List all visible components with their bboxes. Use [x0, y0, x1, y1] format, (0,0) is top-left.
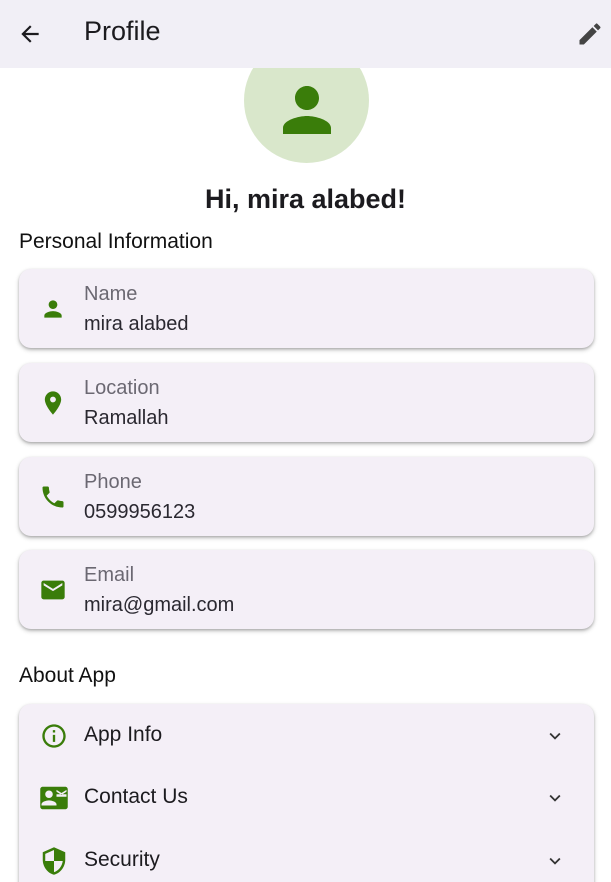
person-icon — [282, 85, 331, 134]
security-shield-icon — [39, 846, 69, 876]
email-icon — [39, 576, 67, 604]
about-app-heading: About App — [19, 664, 116, 687]
chevron-down-icon[interactable] — [544, 725, 566, 747]
info-value: mira alabed — [84, 313, 189, 335]
info-label: Phone — [84, 471, 142, 493]
info-card-email: Email mira@gmail.com — [19, 550, 594, 629]
info-label: Location — [84, 377, 160, 399]
location-pin-icon — [39, 389, 67, 417]
greeting-text: Hi, mira alabed! — [204, 184, 407, 214]
info-value: mira@gmail.com — [84, 594, 235, 616]
app-bar: Profile — [0, 0, 611, 68]
about-item-security[interactable]: Security — [19, 829, 594, 882]
edit-button[interactable] — [573, 17, 607, 51]
chevron-down-icon[interactable] — [544, 787, 566, 809]
info-card-phone: Phone 0599956123 — [19, 457, 594, 536]
contact-card-icon — [39, 783, 69, 813]
person-icon — [39, 295, 67, 323]
about-item-label: Security — [84, 848, 160, 871]
info-circle-icon — [39, 721, 69, 751]
info-card-name: Name mira alabed — [19, 269, 594, 348]
back-button[interactable] — [14, 18, 46, 50]
about-item-app-info[interactable]: App Info — [19, 704, 594, 766]
info-card-location: Location Ramallah — [19, 363, 594, 442]
info-value: Ramallah — [84, 407, 169, 429]
arrow-back-icon — [21, 25, 39, 43]
phone-icon — [39, 483, 67, 511]
info-value: 0599956123 — [84, 501, 196, 523]
chevron-down-icon[interactable] — [544, 850, 566, 872]
about-item-label: Contact Us — [84, 785, 188, 808]
info-label: Email — [84, 564, 135, 586]
personal-information-heading: Personal Information — [19, 230, 213, 253]
about-app-card: App Info Contact Us Security — [19, 704, 594, 882]
about-item-contact-us[interactable]: Contact Us — [19, 766, 594, 828]
page-title: Profile — [84, 16, 161, 46]
about-item-label: App Info — [84, 723, 163, 746]
info-label: Name — [84, 283, 138, 305]
pencil-edit-icon — [579, 23, 601, 45]
